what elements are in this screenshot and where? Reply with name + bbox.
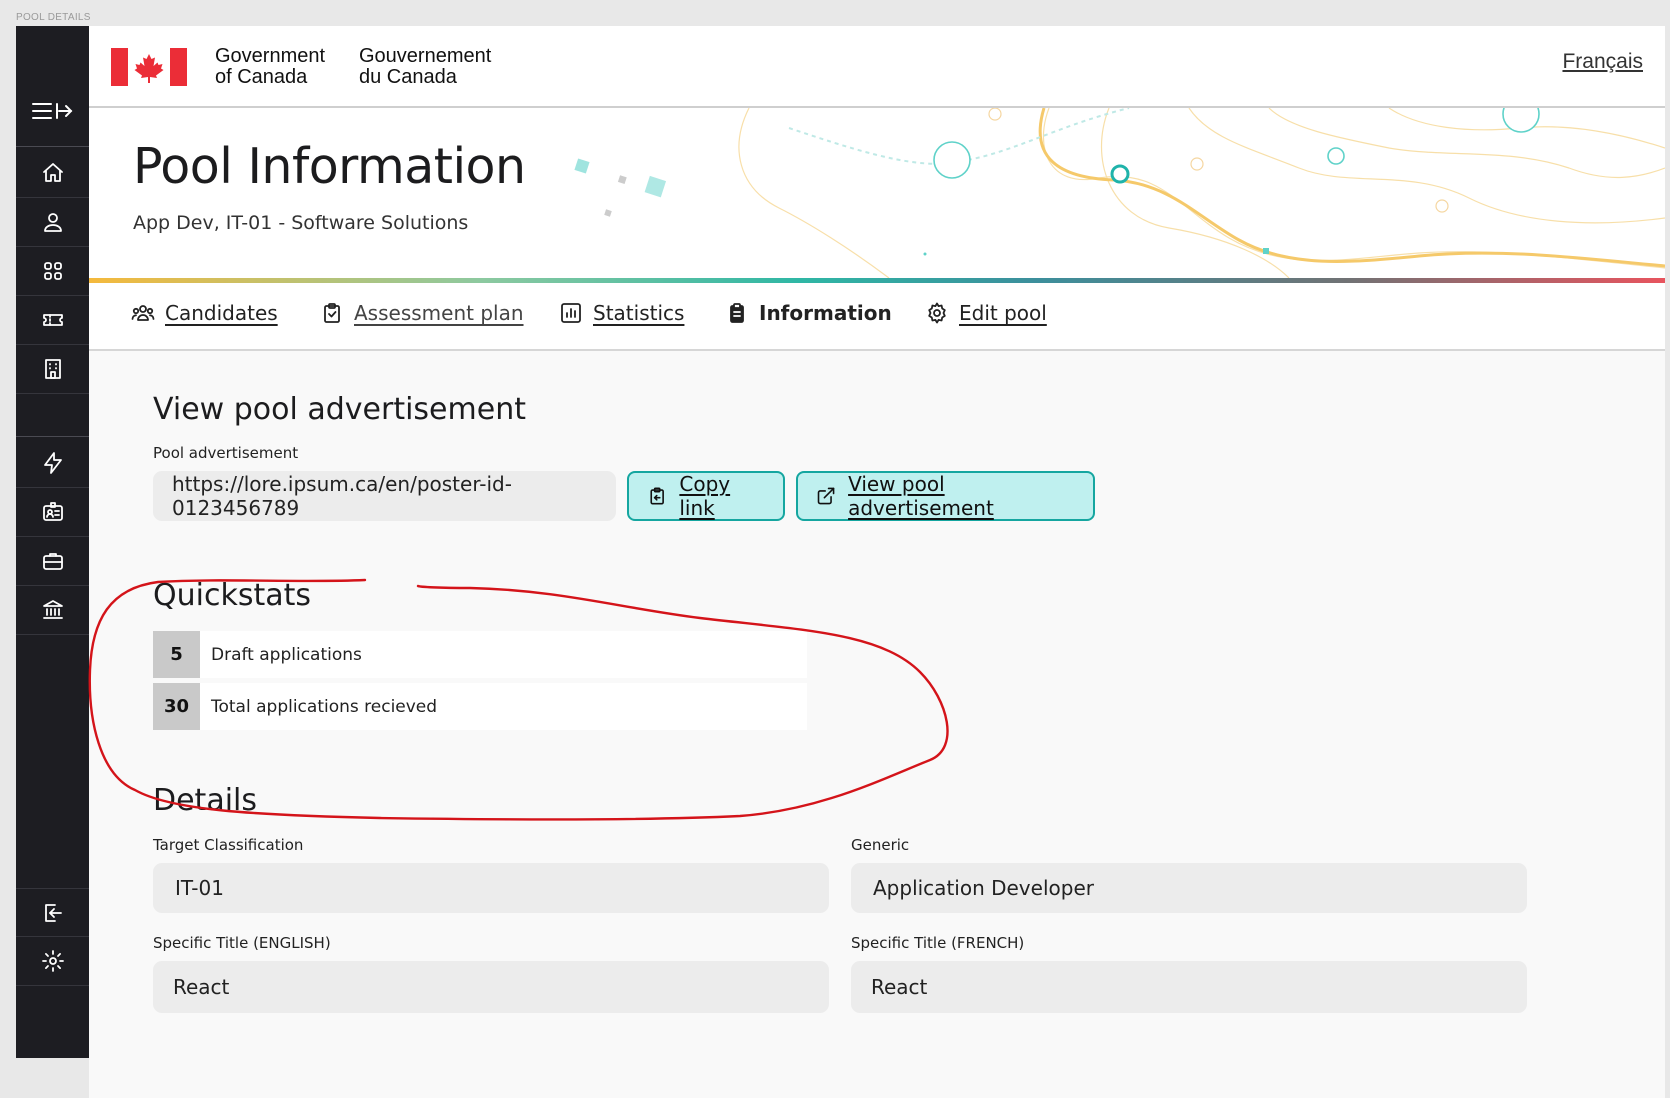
button-label: Copy link — [679, 472, 731, 520]
copy-clipboard-icon — [650, 487, 664, 505]
clipboard-check-icon — [324, 303, 340, 323]
hero-banner: Pool Information App Dev, IT-01 - Softwa… — [89, 108, 1665, 278]
signature-line: Government — [215, 45, 326, 67]
nav-skills[interactable] — [16, 439, 89, 488]
copy-link-button[interactable]: Copy link — [627, 471, 785, 521]
menu-expand-icon — [31, 103, 72, 119]
nav-home[interactable] — [16, 149, 89, 198]
building-icon — [44, 359, 61, 379]
button-label: View pool advertisement — [848, 472, 994, 520]
frame-label: POOL DETAILS — [16, 12, 91, 23]
signature-english: Government of Canada — [215, 46, 325, 88]
tab-label: Assessment plan — [354, 301, 524, 325]
menu-toggle-button[interactable] — [16, 86, 89, 136]
side-navigation — [16, 26, 89, 1058]
tab-label: Statistics — [593, 301, 685, 325]
specific-title-english-field[interactable]: React — [153, 961, 829, 1013]
nav-tickets[interactable] — [16, 296, 89, 345]
users-icon — [131, 305, 155, 321]
nav-pools[interactable] — [16, 537, 89, 586]
gear-icon — [928, 302, 946, 324]
target-classification-label: Target Classification — [153, 836, 304, 854]
tab-edit-pool[interactable]: Edit pool — [925, 301, 1047, 325]
nav-sign-out[interactable] — [16, 888, 89, 937]
pool-advertisement-url-field[interactable]: https://lore.ipsum.ca/en/poster-id-01234… — [153, 471, 616, 521]
generic-title-field[interactable]: Application Developer — [851, 863, 1527, 913]
page-subtitle: App Dev, IT-01 - Software Solutions — [133, 212, 469, 234]
tab-assessment-plan[interactable]: Assessment plan — [320, 301, 524, 325]
quickstats-heading: Quickstats — [153, 578, 311, 613]
page-title: Pool Information — [133, 138, 526, 195]
tab-candidates[interactable]: Candidates — [131, 301, 278, 325]
tab-label: Information — [759, 301, 892, 325]
signature-line: of Canada — [215, 66, 308, 88]
advertisement-heading: View pool advertisement — [153, 392, 526, 427]
specific-title-english-label: Specific Title (ENGLISH) — [153, 934, 331, 952]
specific-title-french-label: Specific Title (FRENCH) — [851, 934, 1025, 952]
target-classification-field[interactable]: IT-01 — [153, 863, 829, 913]
stat-row-draft-applications: 5 Draft applications — [153, 631, 807, 678]
dashboard-icon — [43, 262, 62, 280]
home-icon — [42, 163, 63, 182]
signature-line: du Canada — [359, 66, 457, 88]
nav-profile[interactable] — [16, 198, 89, 247]
id-card-icon — [42, 502, 63, 521]
lightning-icon — [43, 452, 62, 474]
nav-departments[interactable] — [16, 345, 89, 394]
ticket-icon — [42, 314, 63, 326]
bank-icon — [42, 600, 63, 619]
tab-label: Edit pool — [959, 301, 1047, 325]
signature-french: Gouvernement du Canada — [359, 46, 491, 88]
bar-chart-icon — [561, 303, 581, 323]
nav-users[interactable] — [16, 488, 89, 537]
stat-count: 30 — [153, 683, 200, 730]
gear-icon — [41, 950, 64, 972]
main-content: Government of Canada Gouvernement du Can… — [89, 26, 1665, 1098]
language-toggle-link[interactable]: Français — [1562, 50, 1643, 74]
logout-icon — [44, 903, 62, 922]
specific-title-french-field[interactable]: React — [851, 961, 1527, 1013]
signature-line: Gouvernement — [359, 45, 492, 67]
external-link-icon — [817, 487, 835, 505]
tab-information[interactable]: Information — [725, 301, 892, 325]
clipboard-icon — [730, 303, 744, 323]
stat-row-total-applications: 30 Total applications recieved — [153, 683, 807, 730]
sidebar-divider — [16, 436, 89, 437]
nav-organizations[interactable] — [16, 586, 89, 635]
tab-label: Candidates — [165, 301, 278, 325]
tab-statistics[interactable]: Statistics — [559, 301, 684, 325]
generic-title-label: Generic — [851, 836, 910, 854]
stat-label: Draft applications — [211, 644, 362, 665]
pool-tabs: Candidates Assessment plan Statistics In… — [89, 283, 1665, 351]
nav-settings[interactable] — [16, 937, 89, 986]
nav-dashboard[interactable] — [16, 247, 89, 296]
pool-advertisement-label: Pool advertisement — [153, 444, 299, 462]
briefcase-icon — [42, 553, 63, 570]
gov-header: Government of Canada Gouvernement du Can… — [89, 26, 1665, 108]
details-heading: Details — [153, 783, 258, 818]
view-pool-advertisement-button[interactable]: View pool advertisement — [796, 471, 1095, 521]
stat-count: 5 — [153, 631, 200, 678]
sidebar-divider — [16, 146, 89, 147]
stat-label: Total applications recieved — [211, 696, 438, 717]
user-icon — [43, 213, 62, 232]
canada-flag-icon — [111, 48, 187, 86]
